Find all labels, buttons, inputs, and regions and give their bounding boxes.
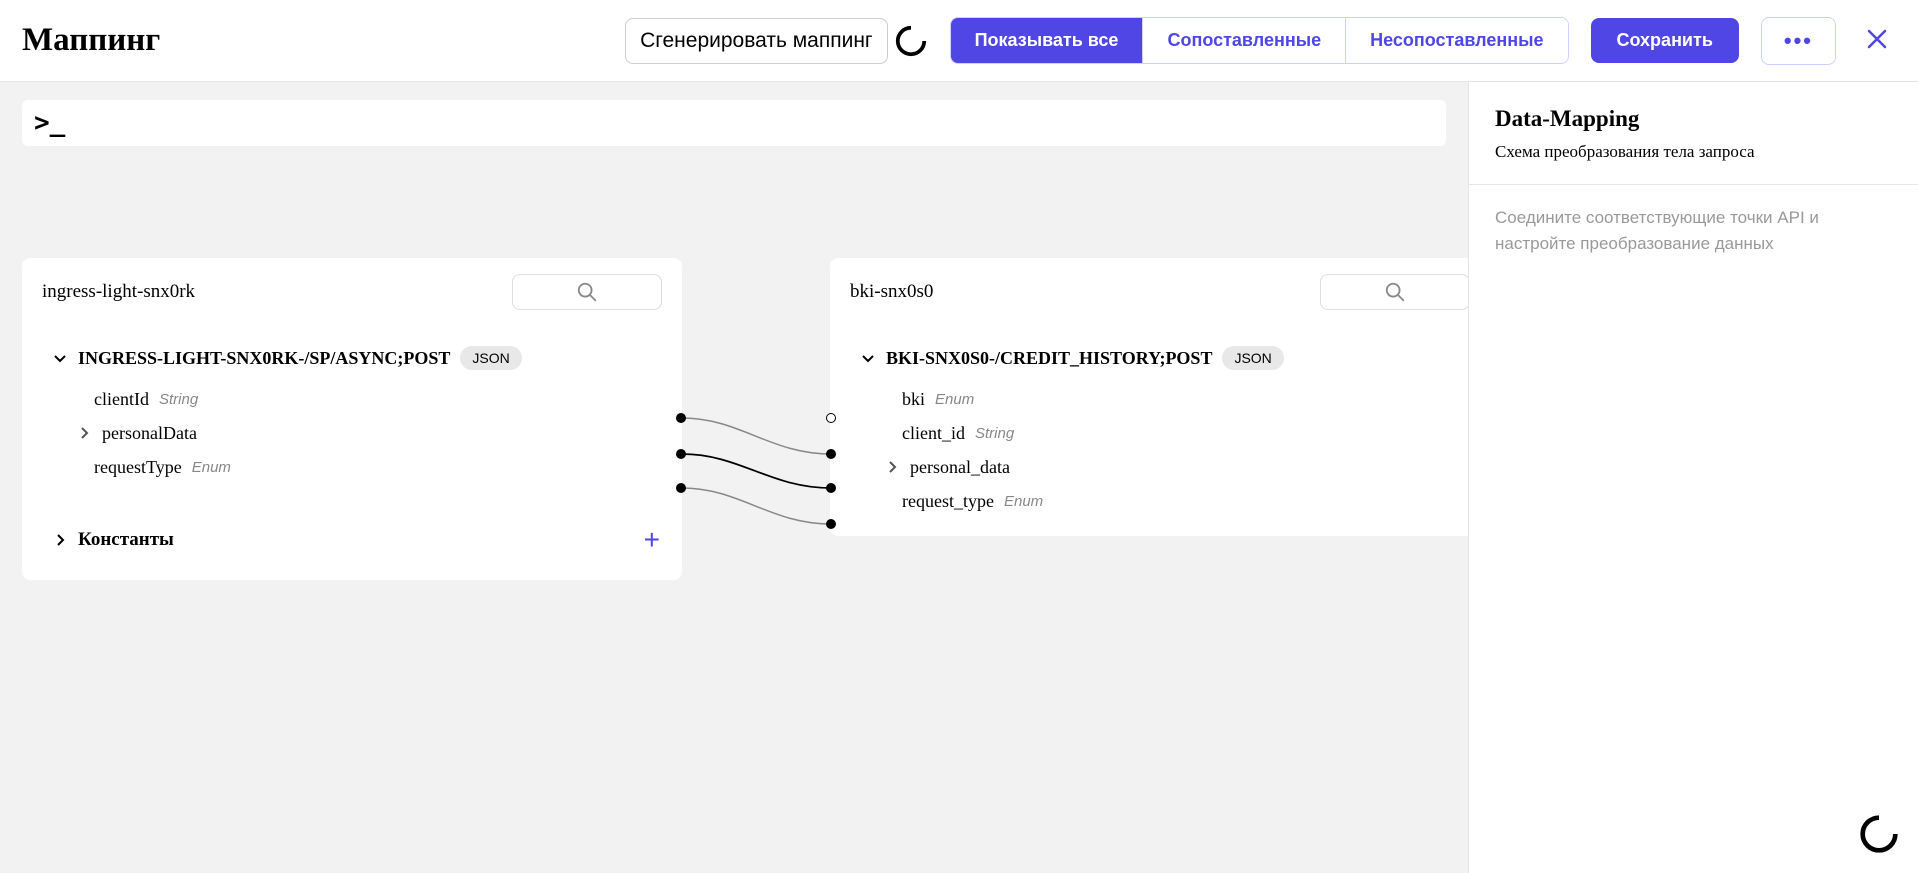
source-endpoint: INGRESS-LIGHT-SNX0RK-/SP/ASYNC;POST bbox=[78, 348, 450, 369]
chevron-right-icon bbox=[52, 532, 68, 548]
page-title: Маппинг bbox=[22, 22, 160, 59]
target-panel-header: bki-snx0s0 bbox=[830, 258, 1468, 324]
command-bar[interactable]: >_ bbox=[22, 100, 1446, 146]
target-search[interactable] bbox=[1320, 274, 1468, 310]
terminal-icon: >_ bbox=[34, 108, 65, 138]
properties-sidebar: Data-Mapping Схема преобразования тела з… bbox=[1468, 82, 1918, 873]
target-endpoint-row[interactable]: BKI-SNX0S0-/CREDIT_HISTORY;POST JSON bbox=[830, 324, 1468, 382]
source-panel: ingress-light-snx0rk INGRESS-LIGHT-SNX0R… bbox=[22, 258, 682, 580]
field-request_type[interactable]: request_type Enum bbox=[830, 484, 1468, 518]
search-icon bbox=[1384, 281, 1406, 303]
sidebar-hint: Соедините соответствующие точки API и на… bbox=[1495, 205, 1892, 256]
field-type: String bbox=[159, 391, 198, 408]
field-type: Enum bbox=[935, 391, 974, 408]
app-logo-icon bbox=[1858, 813, 1900, 855]
field-requestType[interactable]: requestType Enum bbox=[22, 450, 682, 484]
search-icon bbox=[576, 281, 598, 303]
field-label: clientId bbox=[94, 389, 149, 410]
chevron-right-icon bbox=[76, 425, 92, 441]
target-port-personal_data[interactable] bbox=[826, 483, 836, 493]
filter-matched[interactable]: Сопоставленные bbox=[1143, 18, 1346, 63]
field-label: personal_data bbox=[910, 457, 1010, 478]
field-label: personalData bbox=[102, 423, 197, 444]
field-client_id[interactable]: client_id String bbox=[830, 416, 1468, 450]
source-search[interactable] bbox=[512, 274, 662, 310]
field-clientId[interactable]: clientId String bbox=[22, 382, 682, 416]
close-button[interactable] bbox=[1858, 25, 1896, 57]
constants-section[interactable]: Константы + bbox=[22, 484, 682, 562]
chevron-right-icon bbox=[884, 459, 900, 475]
mapping-canvas: >_ ingress-light-snx0rk INGRESS-LIGHT-SN… bbox=[0, 82, 1468, 873]
field-label: request_type bbox=[902, 491, 994, 512]
filter-tabs: Показывать все Сопоставленные Несопостав… bbox=[950, 17, 1569, 64]
command-input[interactable] bbox=[77, 114, 1434, 132]
field-type: Enum bbox=[192, 459, 231, 476]
target-panel: bki-snx0s0 BKI-SNX0S0-/CREDIT_HISTORY;PO… bbox=[830, 258, 1468, 536]
generate-group: Сгенерировать маппинг bbox=[625, 18, 927, 64]
source-name: ingress-light-snx0rk bbox=[42, 281, 512, 303]
filter-show-all[interactable]: Показывать все bbox=[951, 18, 1144, 63]
sidebar-subtitle: Схема преобразования тела запроса bbox=[1495, 142, 1892, 162]
field-label: client_id bbox=[902, 423, 965, 444]
field-type: Enum bbox=[1004, 493, 1043, 510]
add-constant-button[interactable]: + bbox=[644, 524, 660, 556]
source-endpoint-row[interactable]: INGRESS-LIGHT-SNX0RK-/SP/ASYNC;POST JSON bbox=[22, 324, 682, 382]
generate-mapping-button[interactable]: Сгенерировать маппинг bbox=[625, 18, 887, 64]
target-port-client_id[interactable] bbox=[826, 449, 836, 459]
source-port-personalData[interactable] bbox=[676, 449, 686, 459]
target-port-request_type[interactable] bbox=[826, 519, 836, 529]
target-port-bki[interactable] bbox=[826, 413, 836, 423]
source-panel-header: ingress-light-snx0rk bbox=[22, 258, 682, 324]
constants-label: Константы bbox=[78, 529, 634, 551]
header: Маппинг Сгенерировать маппинг Показывать… bbox=[0, 0, 1918, 82]
json-badge: JSON bbox=[1222, 346, 1283, 370]
field-label: requestType bbox=[94, 457, 182, 478]
field-personal_data[interactable]: personal_data bbox=[830, 450, 1468, 484]
source-port-requestType[interactable] bbox=[676, 483, 686, 493]
filter-unmatched[interactable]: Несопоставленные bbox=[1346, 18, 1567, 63]
field-type: String bbox=[975, 425, 1014, 442]
chevron-down-icon bbox=[52, 350, 68, 366]
body: >_ ingress-light-snx0rk INGRESS-LIGHT-SN… bbox=[0, 82, 1918, 873]
json-badge: JSON bbox=[460, 346, 521, 370]
sidebar-title: Data-Mapping bbox=[1495, 106, 1892, 132]
save-button[interactable]: Сохранить bbox=[1591, 18, 1739, 63]
loading-icon bbox=[894, 24, 928, 58]
more-actions-button[interactable]: ••• bbox=[1761, 17, 1836, 65]
header-actions: Сгенерировать маппинг Показывать все Соп… bbox=[625, 17, 1896, 65]
target-endpoint: BKI-SNX0S0-/CREDIT_HISTORY;POST bbox=[886, 348, 1212, 369]
divider bbox=[1469, 184, 1918, 185]
source-port-clientId[interactable] bbox=[676, 413, 686, 423]
field-personalData[interactable]: personalData bbox=[22, 416, 682, 450]
target-name: bki-snx0s0 bbox=[850, 281, 1320, 303]
field-bki[interactable]: bki Enum bbox=[830, 382, 1468, 416]
field-label: bki bbox=[902, 389, 925, 410]
chevron-down-icon bbox=[860, 350, 876, 366]
